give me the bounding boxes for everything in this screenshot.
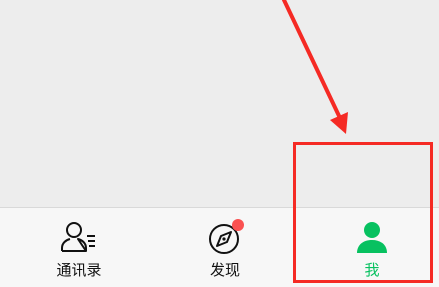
me-person-icon	[352, 218, 392, 256]
tab-contacts[interactable]: 通讯录	[24, 208, 134, 287]
wechat-screen: 通讯录 发现 我	[0, 0, 439, 287]
tab-me-label: 我	[364, 261, 380, 279]
contacts-icon	[59, 218, 99, 256]
bottom-tab-bar: 通讯录 发现 我	[0, 207, 439, 287]
tab-contacts-label: 通讯录	[56, 261, 102, 279]
tab-discover[interactable]: 发现	[170, 208, 280, 287]
content-area	[0, 0, 439, 207]
notification-red-dot	[232, 219, 244, 231]
tab-me[interactable]: 我	[317, 208, 427, 287]
tab-discover-label: 发现	[209, 261, 240, 279]
discover-compass-icon	[205, 218, 245, 256]
bottom-strip	[0, 283, 439, 287]
